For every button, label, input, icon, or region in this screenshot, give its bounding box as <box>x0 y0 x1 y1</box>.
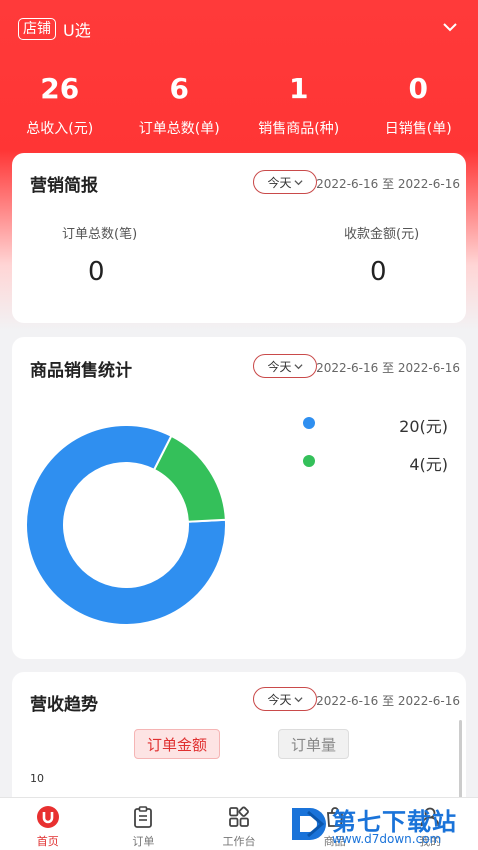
revenue-trend-card: 营收趋势 今天 2022-6-16 至 2022-6-16 订单金额 订单量 1… <box>12 672 466 812</box>
period-dropdown[interactable]: 今天 <box>253 354 317 378</box>
stat-value: 1 <box>289 72 309 105</box>
payment-amount-value: 0 <box>370 257 387 287</box>
period-dropdown[interactable]: 今天 <box>253 687 317 711</box>
period-dropdown[interactable]: 今天 <box>253 170 317 194</box>
card-title: 营销简报 <box>30 176 98 196</box>
legend-dot-series-1 <box>303 417 315 429</box>
stat-value: 0 <box>408 72 428 105</box>
order-count-toggle[interactable]: 订单量 <box>278 729 350 759</box>
y-axis-tick: 10 <box>30 772 44 785</box>
stat-value: 6 <box>169 72 189 105</box>
tab-label: 工作台 <box>222 835 256 848</box>
summary-stats: 26 总收入(元) 6 订单总数(单) 1 销售商品(种) 0 日销售(单) <box>0 70 478 138</box>
date-range: 2022-6-16 至 2022-6-16 <box>316 361 460 375</box>
stat-label: 日销售(单) <box>384 121 452 137</box>
tab-home[interactable]: 首页 <box>0 798 96 850</box>
stat-label: 订单总数(单) <box>138 121 220 137</box>
donut-chart <box>25 424 227 626</box>
order-amount-toggle[interactable]: 订单金额 <box>134 729 221 759</box>
stat-total-income[interactable]: 26 总收入(元) <box>0 70 120 138</box>
legend-value: 4(元) <box>409 455 448 474</box>
chevron-down-icon <box>293 696 303 702</box>
scrollbar[interactable] <box>459 720 462 800</box>
grid-icon <box>229 806 249 827</box>
card-title: 营收趋势 <box>30 695 98 715</box>
watermark-logo-icon <box>292 808 326 840</box>
store-badge: 店铺 <box>18 18 56 40</box>
payment-amount-label: 收款金额(元) <box>344 227 420 242</box>
tab-label: 首页 <box>36 835 59 848</box>
chevron-down-icon <box>293 179 303 185</box>
legend-value: 20(元) <box>399 417 448 436</box>
orders-count-label: 订单总数(笔) <box>62 227 138 242</box>
sales-stats-card: 商品销售统计 今天 2022-6-16 至 2022-6-16 20(元) 4(… <box>12 337 466 659</box>
date-range: 2022-6-16 至 2022-6-16 <box>316 694 460 708</box>
clipboard-icon <box>134 806 153 828</box>
period-label: 今天 <box>267 175 292 190</box>
date-range: 2022-6-16 至 2022-6-16 <box>316 177 460 191</box>
chevron-down-icon <box>293 363 303 369</box>
stat-label: 总收入(元) <box>26 121 94 137</box>
stat-total-orders[interactable]: 6 订单总数(单) <box>120 70 240 138</box>
stat-goods-sold[interactable]: 1 销售商品(种) <box>239 70 359 138</box>
stat-label: 销售商品(种) <box>258 121 340 137</box>
site-watermark: 第七下载站 www.d7down.com <box>282 800 478 850</box>
card-title: 商品销售统计 <box>30 361 132 381</box>
tab-label: 订单 <box>132 835 155 848</box>
legend-dot-series-2 <box>303 455 315 467</box>
home-logo-icon <box>36 806 59 828</box>
tab-orders[interactable]: 订单 <box>96 798 192 850</box>
orders-count-value: 0 <box>88 257 105 287</box>
stat-value: 26 <box>40 72 80 105</box>
period-label: 今天 <box>267 692 292 707</box>
period-label: 今天 <box>267 359 292 374</box>
store-name: U选 <box>63 21 91 40</box>
donut-slice-2[interactable] <box>152 434 227 523</box>
chevron-down-icon[interactable] <box>442 19 458 35</box>
stat-daily-sales[interactable]: 0 日销售(单) <box>359 70 478 138</box>
tab-workbench[interactable]: 工作台 <box>191 798 287 850</box>
marketing-brief-card: 营销简报 今天 2022-6-16 至 2022-6-16 订单总数(笔) 0 … <box>12 153 466 323</box>
watermark-url: www.d7down.com <box>332 832 442 846</box>
store-selector[interactable]: 店铺 U选 <box>18 17 91 41</box>
